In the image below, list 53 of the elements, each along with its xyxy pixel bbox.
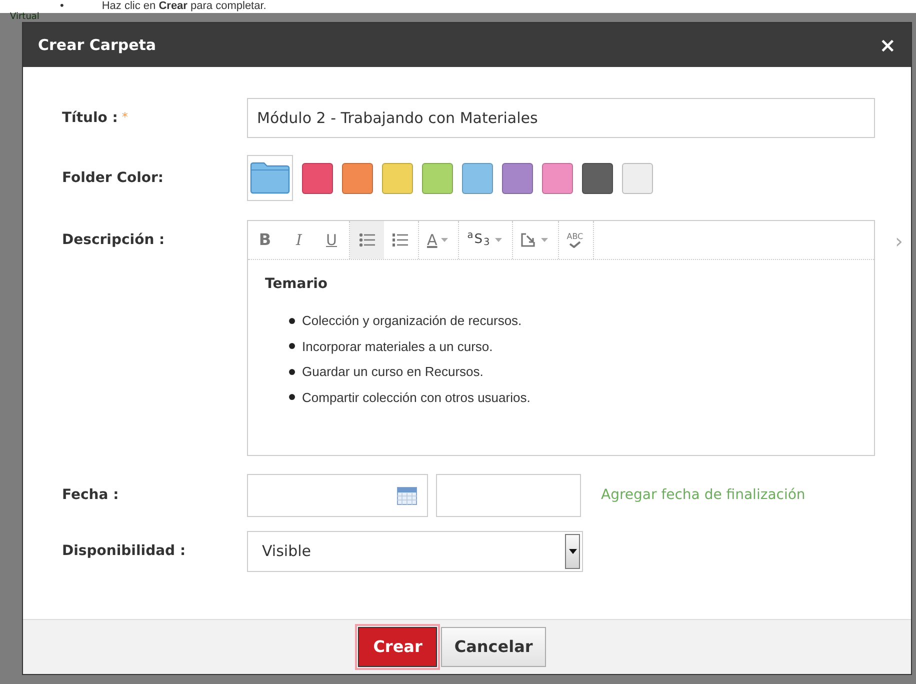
title-input-field[interactable]: Módulo 2 - Trabajando con Materiales [247, 98, 875, 138]
underline-icon: U [326, 228, 337, 252]
bullet-icon [289, 368, 295, 375]
field-label: Descripción : [62, 231, 166, 250]
color-swatch[interactable] [622, 162, 653, 194]
field-label: Folder Color: [62, 168, 165, 188]
color-swatch[interactable] [582, 162, 613, 194]
breadcrumb-text: Virtual [10, 13, 40, 22]
strike-script-icon: $^{a}$S$_{3}$ [467, 230, 491, 250]
color-swatch[interactable] [542, 162, 573, 194]
italic-icon: I [296, 228, 302, 252]
required-mark: * [122, 108, 128, 126]
color-swatch[interactable] [422, 162, 453, 194]
cancel-button[interactable]: Cancelar [441, 627, 546, 667]
color-swatch[interactable] [302, 162, 333, 194]
bold-icon: B [258, 228, 272, 252]
toolbar-button[interactable]: ABC [558, 221, 594, 259]
availability-select[interactable]: Visible [247, 531, 583, 572]
bullet-mark: • [60, 0, 64, 13]
list-item-text: Guardar un curso en Recursos. [302, 363, 484, 381]
list-item-text: Incorporar materiales a un curso. [302, 338, 493, 356]
time-input-field[interactable] [436, 474, 581, 517]
insert-icon [520, 233, 537, 247]
editor-heading: Temario [265, 275, 329, 294]
list-item-text: Compartir colección con otros usuarios. [302, 388, 530, 407]
field-label: Fecha : [62, 486, 120, 505]
list-item-text: Colección y organización de recursos. [302, 312, 522, 330]
folder-preview[interactable] [247, 155, 293, 201]
bullet-icon [289, 343, 295, 350]
create-button[interactable]: Crear [358, 627, 438, 667]
numbered-list-icon [392, 233, 408, 247]
toolbar-button[interactable]: B [248, 221, 282, 259]
calendar-icon [397, 486, 417, 504]
bullet-icon [289, 394, 295, 400]
toolbar-button[interactable]: A [419, 221, 460, 259]
close-button[interactable]: × [879, 35, 896, 55]
bullet-icon [289, 318, 295, 324]
color-swatch[interactable] [502, 162, 533, 194]
color-swatch[interactable] [342, 162, 373, 194]
field-label: Título : [62, 108, 118, 128]
color-swatch[interactable] [462, 162, 493, 194]
dropdown-arrow-icon [568, 549, 576, 554]
date-input-field[interactable] [247, 474, 428, 517]
bullet-list-icon [359, 233, 375, 247]
add-end-date-link[interactable]: Agregar fecha de finalización [601, 485, 806, 506]
field-label: Disponibilidad : [62, 542, 187, 561]
toolbar-button[interactable]: I [282, 221, 316, 259]
instruction-text: Haz clic en Crear para completar. [102, 0, 266, 13]
color-swatch[interactable] [382, 162, 413, 194]
dialog-title: Crear Carpeta [38, 34, 156, 56]
toolbar-button[interactable]: $^{a}$S$_{3}$ [459, 221, 513, 259]
toolbar-button[interactable] [350, 221, 384, 259]
font-color-icon: A [427, 228, 438, 252]
